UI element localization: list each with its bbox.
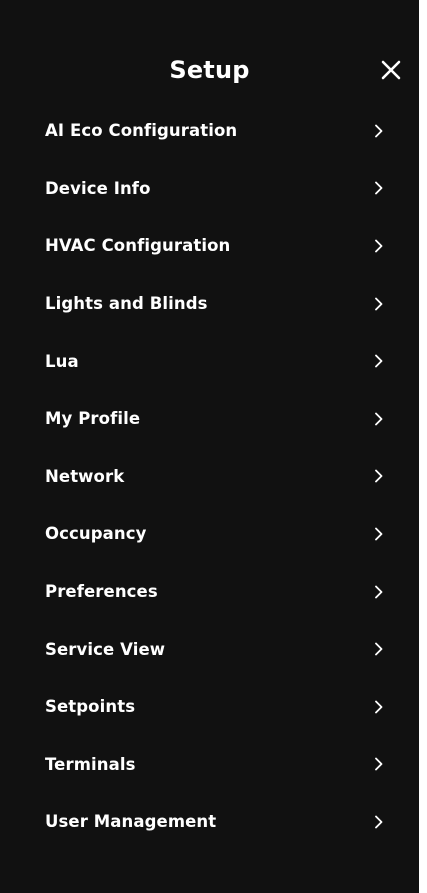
setup-panel: Setup AI Eco Configuration Device Info H… bbox=[0, 0, 419, 893]
close-icon bbox=[379, 58, 403, 82]
menu-item-terminals[interactable]: Terminals bbox=[0, 736, 419, 794]
menu-item-setpoints[interactable]: Setpoints bbox=[0, 678, 419, 736]
chevron-right-icon bbox=[373, 584, 385, 600]
menu-item-label: Occupancy bbox=[45, 524, 147, 544]
chevron-right-icon bbox=[373, 641, 385, 657]
menu-item-label: Service View bbox=[45, 639, 166, 659]
menu-item-label: Lua bbox=[45, 351, 79, 371]
setup-header: Setup bbox=[0, 0, 419, 110]
chevron-right-icon bbox=[373, 756, 385, 772]
setup-menu: AI Eco Configuration Device Info HVAC Co… bbox=[0, 102, 419, 851]
chevron-right-icon bbox=[373, 238, 385, 254]
menu-item-user-management[interactable]: User Management bbox=[0, 793, 419, 851]
menu-item-lua[interactable]: Lua bbox=[0, 332, 419, 390]
menu-item-hvac-configuration[interactable]: HVAC Configuration bbox=[0, 217, 419, 275]
menu-item-device-info[interactable]: Device Info bbox=[0, 160, 419, 218]
menu-item-label: My Profile bbox=[45, 409, 141, 429]
chevron-right-icon bbox=[373, 180, 385, 196]
menu-item-label: HVAC Configuration bbox=[45, 236, 231, 256]
chevron-right-icon bbox=[373, 814, 385, 830]
chevron-right-icon bbox=[373, 699, 385, 715]
menu-item-label: Preferences bbox=[45, 582, 158, 602]
menu-item-label: Terminals bbox=[45, 754, 136, 774]
menu-item-label: AI Eco Configuration bbox=[45, 121, 238, 141]
chevron-right-icon bbox=[373, 468, 385, 484]
chevron-right-icon bbox=[373, 411, 385, 427]
menu-item-preferences[interactable]: Preferences bbox=[0, 563, 419, 621]
chevron-right-icon bbox=[373, 123, 385, 139]
close-button[interactable] bbox=[377, 56, 405, 84]
menu-item-lights-and-blinds[interactable]: Lights and Blinds bbox=[0, 275, 419, 333]
menu-item-label: Network bbox=[45, 466, 125, 486]
chevron-right-icon bbox=[373, 296, 385, 312]
menu-item-label: Lights and Blinds bbox=[45, 294, 208, 314]
page-title: Setup bbox=[169, 56, 250, 84]
menu-item-occupancy[interactable]: Occupancy bbox=[0, 505, 419, 563]
menu-item-service-view[interactable]: Service View bbox=[0, 620, 419, 678]
chevron-right-icon bbox=[373, 353, 385, 369]
chevron-right-icon bbox=[373, 526, 385, 542]
menu-item-my-profile[interactable]: My Profile bbox=[0, 390, 419, 448]
menu-item-network[interactable]: Network bbox=[0, 448, 419, 506]
menu-item-label: Device Info bbox=[45, 178, 151, 198]
menu-item-label: User Management bbox=[45, 812, 217, 832]
menu-item-ai-eco-configuration[interactable]: AI Eco Configuration bbox=[0, 102, 419, 160]
menu-item-label: Setpoints bbox=[45, 697, 136, 717]
